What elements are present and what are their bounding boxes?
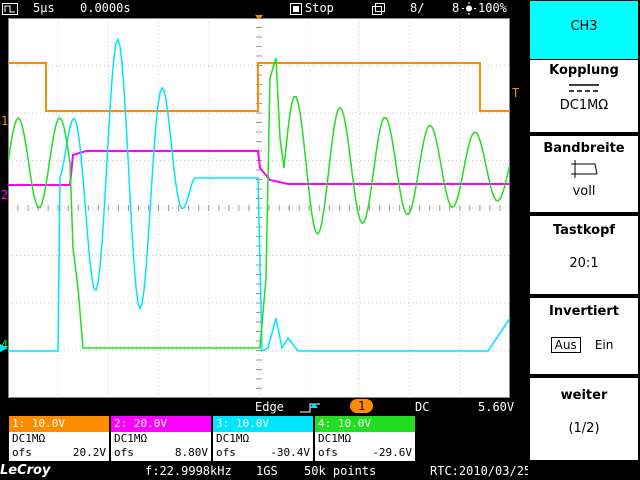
bandbreite-value: voll — [572, 184, 596, 199]
trigger-coupling: DC — [415, 400, 430, 414]
menu-channel-select[interactable]: CH3 — [530, 1, 638, 59]
weiter-page: (1/2) — [568, 421, 600, 436]
menu-tastkopf[interactable]: Tastkopf 20:1 — [530, 216, 638, 294]
invert-off-option[interactable]: Aus — [550, 337, 581, 353]
waveform-display[interactable] — [8, 18, 510, 398]
channel-4-scale: 4: 10.0V — [315, 416, 415, 432]
channel-3-scale: 3: 10.0V — [213, 416, 313, 432]
status-bar: 5µs 0.0000s Stop 8/ 8 100% — [0, 0, 528, 17]
channel-2-scale: 2: 20.0V — [111, 416, 211, 432]
stop-icon — [290, 1, 302, 15]
channel-4-offset: ofs -29.6V — [318, 446, 412, 459]
channel-4-box[interactable]: 4: 10.0V DC1MΩ ofs -29.6V — [314, 415, 416, 462]
edge-icon — [298, 400, 324, 414]
frequency-readout: f:22.9998kHz — [145, 464, 232, 478]
kopplung-title: Kopplung — [549, 63, 619, 78]
channel-3-coupling: DC1MΩ — [216, 432, 250, 445]
bandbreite-title: Bandbreite — [543, 141, 625, 156]
battery-icon — [462, 1, 476, 15]
invert-on-option[interactable]: Ein — [590, 337, 618, 353]
delay-value: 0.0000s — [80, 1, 131, 15]
menu-weiter[interactable]: weiter (1/2) — [530, 378, 638, 460]
run-mode[interactable]: Stop — [305, 1, 334, 15]
kopplung-value: DC1MΩ — [559, 98, 609, 113]
invertiert-title: Invertiert — [549, 304, 619, 319]
channel-1-trace — [8, 62, 510, 112]
channel-2-offset: ofs 8.80V — [114, 446, 208, 459]
menu-kopplung[interactable]: Kopplung DC1MΩ — [530, 60, 638, 132]
acq-count: 8/ — [410, 1, 425, 15]
battery-level: 100% — [478, 1, 507, 15]
channel-1-coupling: DC1MΩ — [12, 432, 46, 445]
menu-channel-label: CH3 — [570, 19, 598, 34]
tastkopf-title: Tastkopf — [552, 223, 616, 238]
channel-1-scale: 1: 10.0V — [9, 416, 109, 432]
channel-3-marker[interactable] — [0, 344, 8, 352]
channel-1-marker[interactable]: 1 — [1, 114, 8, 128]
trigger-info-bar[interactable]: Edge 1 DC 5.60V — [0, 398, 528, 415]
bandwidth-filter-icon — [571, 160, 598, 178]
channel-1-box[interactable]: 1: 10.0V DC1MΩ ofs 20.2V — [8, 415, 110, 462]
sample-rate: 1GS — [256, 464, 278, 478]
dc-coupling-icon — [569, 84, 599, 92]
weiter-title: weiter — [560, 388, 608, 403]
trigger-level-marker[interactable]: T — [512, 86, 519, 100]
menu-bandbreite[interactable]: Bandbreite voll — [530, 136, 638, 212]
tastkopf-value: 20:1 — [569, 256, 599, 271]
channel-3-box[interactable]: 3: 10.0V DC1MΩ ofs -30.4V — [212, 415, 314, 462]
lecroy-logo: LeCroy — [0, 463, 51, 478]
acq-total: 8 — [452, 1, 460, 15]
channel-2-box[interactable]: 2: 20.0V DC1MΩ ofs 8.80V — [110, 415, 212, 462]
channel-2-marker[interactable]: 2 — [1, 188, 8, 202]
acq-icon — [372, 1, 386, 15]
channel-2-coupling: DC1MΩ — [114, 432, 148, 445]
channel-4-coupling: DC1MΩ — [318, 432, 352, 445]
channel-1-offset: ofs 20.2V — [12, 446, 106, 459]
side-menu: CH3 Kopplung DC1MΩ Bandbreite voll Tastk… — [528, 0, 640, 480]
record-length: 50k points — [304, 464, 377, 478]
timebase-value: 5µs — [33, 1, 55, 15]
timebase-icon — [2, 1, 18, 15]
menu-invertiert[interactable]: Invertiert Aus Ein — [530, 298, 638, 374]
trigger-source: 1 — [350, 399, 374, 413]
trigger-level: 5.60V — [478, 400, 515, 414]
trigger-type: Edge — [255, 400, 284, 414]
channel-3-offset: ofs -30.4V — [216, 446, 310, 459]
